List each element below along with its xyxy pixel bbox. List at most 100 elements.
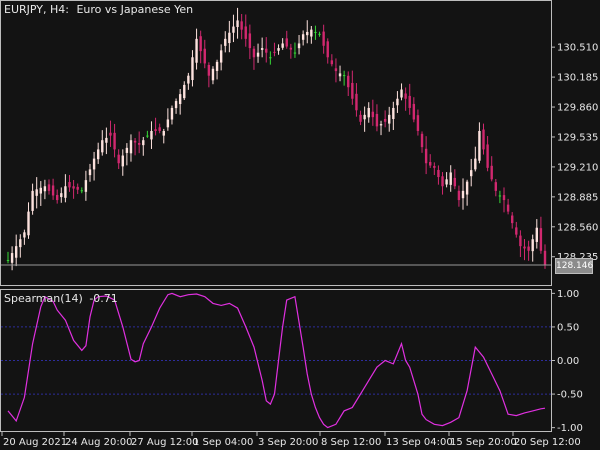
candle-body[interactable] xyxy=(478,130,481,161)
candle-body[interactable] xyxy=(174,101,178,109)
candle-body[interactable] xyxy=(383,118,387,122)
candle-body[interactable] xyxy=(453,177,457,187)
candle-body[interactable] xyxy=(400,89,403,98)
candle-body[interactable] xyxy=(301,34,305,40)
candle-body[interactable] xyxy=(310,29,313,37)
candle-body[interactable] xyxy=(281,43,284,48)
candle-body[interactable] xyxy=(523,246,526,249)
candle-body[interactable] xyxy=(437,169,440,178)
candle-body[interactable] xyxy=(240,21,243,30)
candle-body[interactable] xyxy=(511,215,514,224)
candle-body[interactable] xyxy=(465,181,469,195)
candle-body[interactable] xyxy=(142,140,145,146)
candle-body[interactable] xyxy=(10,253,14,263)
candle-body[interactable] xyxy=(404,93,407,99)
candle-body[interactable] xyxy=(273,51,276,53)
candle-body[interactable] xyxy=(306,31,309,36)
candle-body[interactable] xyxy=(154,129,157,131)
candle-body[interactable] xyxy=(248,33,252,49)
candle-body[interactable] xyxy=(506,204,510,212)
candle-body[interactable] xyxy=(424,148,428,164)
candle-body[interactable] xyxy=(109,132,112,136)
candle-body[interactable] xyxy=(527,246,530,251)
candle-body[interactable] xyxy=(162,130,165,136)
candle-body[interactable] xyxy=(355,93,358,111)
candle-body[interactable] xyxy=(219,50,223,63)
candle-body[interactable] xyxy=(68,182,71,188)
candle-body[interactable] xyxy=(392,107,395,120)
candles[interactable] xyxy=(6,7,547,271)
candle-body[interactable] xyxy=(203,48,206,64)
candle-body[interactable] xyxy=(232,26,235,33)
candle-body[interactable] xyxy=(490,165,493,180)
candle-body[interactable] xyxy=(228,32,231,44)
candle-body[interactable] xyxy=(396,98,399,106)
candle-body[interactable] xyxy=(47,184,51,191)
candle-body[interactable] xyxy=(60,193,63,198)
candle-body[interactable] xyxy=(314,31,317,33)
candle-body[interactable] xyxy=(215,61,219,71)
candle-body[interactable] xyxy=(19,239,22,248)
candle-body[interactable] xyxy=(64,186,67,198)
candle-body[interactable] xyxy=(289,47,293,50)
candle-body[interactable] xyxy=(449,172,452,185)
candle-body[interactable] xyxy=(318,33,321,35)
candle-body[interactable] xyxy=(88,169,92,176)
candle-body[interactable] xyxy=(244,26,247,39)
candle-body[interactable] xyxy=(150,130,153,140)
candle-body[interactable] xyxy=(125,147,129,153)
candle-body[interactable] xyxy=(379,124,383,126)
candle-body[interactable] xyxy=(412,103,416,120)
candle-body[interactable] xyxy=(347,75,350,88)
candle-body[interactable] xyxy=(187,75,190,84)
candle-body[interactable] xyxy=(408,95,411,108)
candle-body[interactable] xyxy=(265,48,268,53)
candle-body[interactable] xyxy=(474,158,477,170)
candle-body[interactable] xyxy=(416,115,420,131)
candle-body[interactable] xyxy=(277,48,280,51)
candle-body[interactable] xyxy=(211,68,215,81)
candle-body[interactable] xyxy=(441,176,444,187)
candle-body[interactable] xyxy=(137,142,141,145)
candle-body[interactable] xyxy=(502,195,506,201)
candle-body[interactable] xyxy=(338,73,342,77)
candle-body[interactable] xyxy=(80,190,83,192)
candle-body[interactable] xyxy=(260,48,264,50)
candle-body[interactable] xyxy=(371,111,375,118)
candle-body[interactable] xyxy=(539,228,543,251)
candle-body[interactable] xyxy=(105,137,108,143)
candle-body[interactable] xyxy=(351,82,354,99)
candle-body[interactable] xyxy=(236,20,239,28)
candle-body[interactable] xyxy=(27,211,30,236)
candle-body[interactable] xyxy=(359,114,362,122)
candle-body[interactable] xyxy=(43,186,47,192)
candle-body[interactable] xyxy=(31,190,34,211)
candle-body[interactable] xyxy=(334,68,338,72)
candle-body[interactable] xyxy=(429,161,432,166)
candle-body[interactable] xyxy=(14,246,18,258)
candle-body[interactable] xyxy=(342,75,346,77)
chart-window[interactable]: 130.510 130.185 129.860 129.535 129.210 128.8… xyxy=(0,0,600,450)
candle-body[interactable] xyxy=(199,36,202,52)
candle-body[interactable] xyxy=(330,60,334,65)
candle-body[interactable] xyxy=(35,189,38,196)
candle-body[interactable] xyxy=(367,107,370,118)
candle-body[interactable] xyxy=(482,129,485,150)
candle-body[interactable] xyxy=(322,31,325,46)
candle-body[interactable] xyxy=(224,38,227,46)
candle-body[interactable] xyxy=(166,119,170,128)
candle-body[interactable] xyxy=(375,113,379,127)
candle-body[interactable] xyxy=(269,57,272,59)
candle-body[interactable] xyxy=(515,227,518,235)
candle-body[interactable] xyxy=(494,182,498,191)
candle-body[interactable] xyxy=(51,185,55,196)
candle-body[interactable] xyxy=(133,140,137,143)
candle-body[interactable] xyxy=(84,180,88,192)
candle-body[interactable] xyxy=(543,250,547,265)
candle-body[interactable] xyxy=(146,135,149,137)
candle-body[interactable] xyxy=(457,190,461,201)
candle-body[interactable] xyxy=(498,195,502,197)
candle-body[interactable] xyxy=(183,84,186,99)
candle-body[interactable] xyxy=(388,114,391,124)
candle-body[interactable] xyxy=(326,41,329,58)
